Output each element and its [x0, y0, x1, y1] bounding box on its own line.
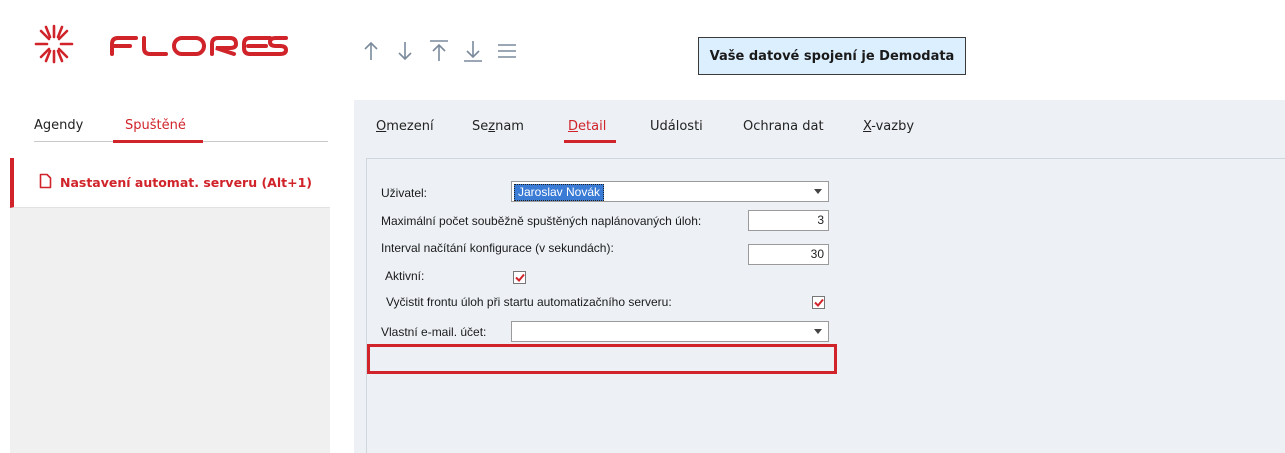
tab-detail-mnemonic: D — [568, 119, 579, 134]
email-label: Vlastní e-mail. účet: — [381, 325, 487, 339]
arrow-top-icon — [430, 40, 448, 61]
tab-x-vazby-rest: -vazby — [871, 119, 915, 134]
interval-input[interactable]: 30 — [748, 244, 829, 265]
record-navigation-toolbar — [358, 38, 520, 64]
arrow-last-button[interactable] — [460, 38, 486, 64]
active-label: Aktivní: — [385, 269, 425, 283]
clear-queue-label: Vyčistit frontu úloh při startu automati… — [386, 295, 672, 309]
document-icon — [39, 173, 52, 193]
left-active-tab-indicator — [113, 140, 203, 143]
tab-ochrana-dat[interactable]: Ochrana dat — [743, 119, 824, 134]
max-jobs-input[interactable]: 3 — [748, 210, 829, 231]
tab-omezeni[interactable]: Omezení — [376, 119, 434, 134]
detail-form: Uživatel: Jaroslav Novák Maximální počet… — [366, 158, 1285, 453]
tab-x-vazby[interactable]: X-vazby — [863, 119, 914, 134]
active-checkbox[interactable] — [513, 271, 526, 284]
tab-detail-rest: etail — [578, 119, 607, 134]
main-tabs: Omezení Seznam Detail Události Ochrana d… — [354, 100, 1285, 144]
tab-omezeni-rest: mezení — [386, 119, 434, 134]
arrow-up-icon — [364, 41, 378, 60]
user-select-value: Jaroslav Novák — [514, 184, 605, 201]
chevron-down-icon — [814, 189, 822, 194]
flores-logo-icon — [34, 24, 289, 64]
connection-banner: Vaše datové spojení je Demodata — [698, 37, 966, 75]
arrow-up-button[interactable] — [358, 38, 384, 64]
email-select[interactable] — [511, 321, 829, 342]
flores-logo — [30, 20, 292, 68]
user-label: Uživatel: — [381, 186, 428, 200]
panel-splitter[interactable] — [330, 100, 354, 453]
checkmark-icon — [514, 273, 525, 282]
clear-queue-checkbox[interactable] — [812, 296, 825, 309]
checkmark-icon — [813, 298, 824, 307]
arrow-bottom-icon — [464, 41, 482, 62]
menu-icon — [498, 44, 516, 58]
interval-label: Interval načítání konfigurace (v sekundá… — [381, 241, 614, 255]
arrow-down-icon — [398, 42, 412, 61]
running-item[interactable]: Nastavení automat. serveru (Alt+1) — [10, 158, 330, 208]
tab-detail[interactable]: Detail — [568, 119, 606, 134]
tab-agendy[interactable]: Agendy — [34, 118, 83, 133]
running-list: Nastavení automat. serveru (Alt+1) — [10, 158, 330, 453]
tab-udalosti[interactable]: Události — [650, 119, 703, 134]
menu-button[interactable] — [494, 38, 520, 64]
arrow-down-button[interactable] — [392, 38, 418, 64]
main-area: Omezení Seznam Detail Události Ochrana d… — [354, 100, 1285, 453]
arrow-first-button[interactable] — [426, 38, 452, 64]
highlight-frame — [367, 344, 837, 374]
tab-spustene[interactable]: Spuštěné — [125, 118, 186, 133]
tab-seznam-pre: Se — [472, 119, 489, 134]
app-header: Vaše datové spojení je Demodata — [0, 0, 1285, 100]
tab-omezeni-mnemonic: O — [376, 119, 387, 134]
chevron-down-icon — [814, 329, 822, 334]
max-jobs-label: Maximální počet souběžně spuštěných napl… — [381, 214, 702, 228]
left-tabs: Agendy Spuštěné — [10, 100, 330, 143]
running-item-label: Nastavení automat. serveru (Alt+1) — [60, 175, 312, 190]
main-active-tab-indicator — [564, 140, 616, 143]
left-panel: Agendy Spuštěné Nastavení automat. serve… — [10, 100, 330, 453]
tab-seznam[interactable]: Seznam — [472, 119, 524, 134]
tab-seznam-rest: nam — [495, 119, 524, 134]
user-select[interactable]: Jaroslav Novák — [511, 181, 829, 202]
